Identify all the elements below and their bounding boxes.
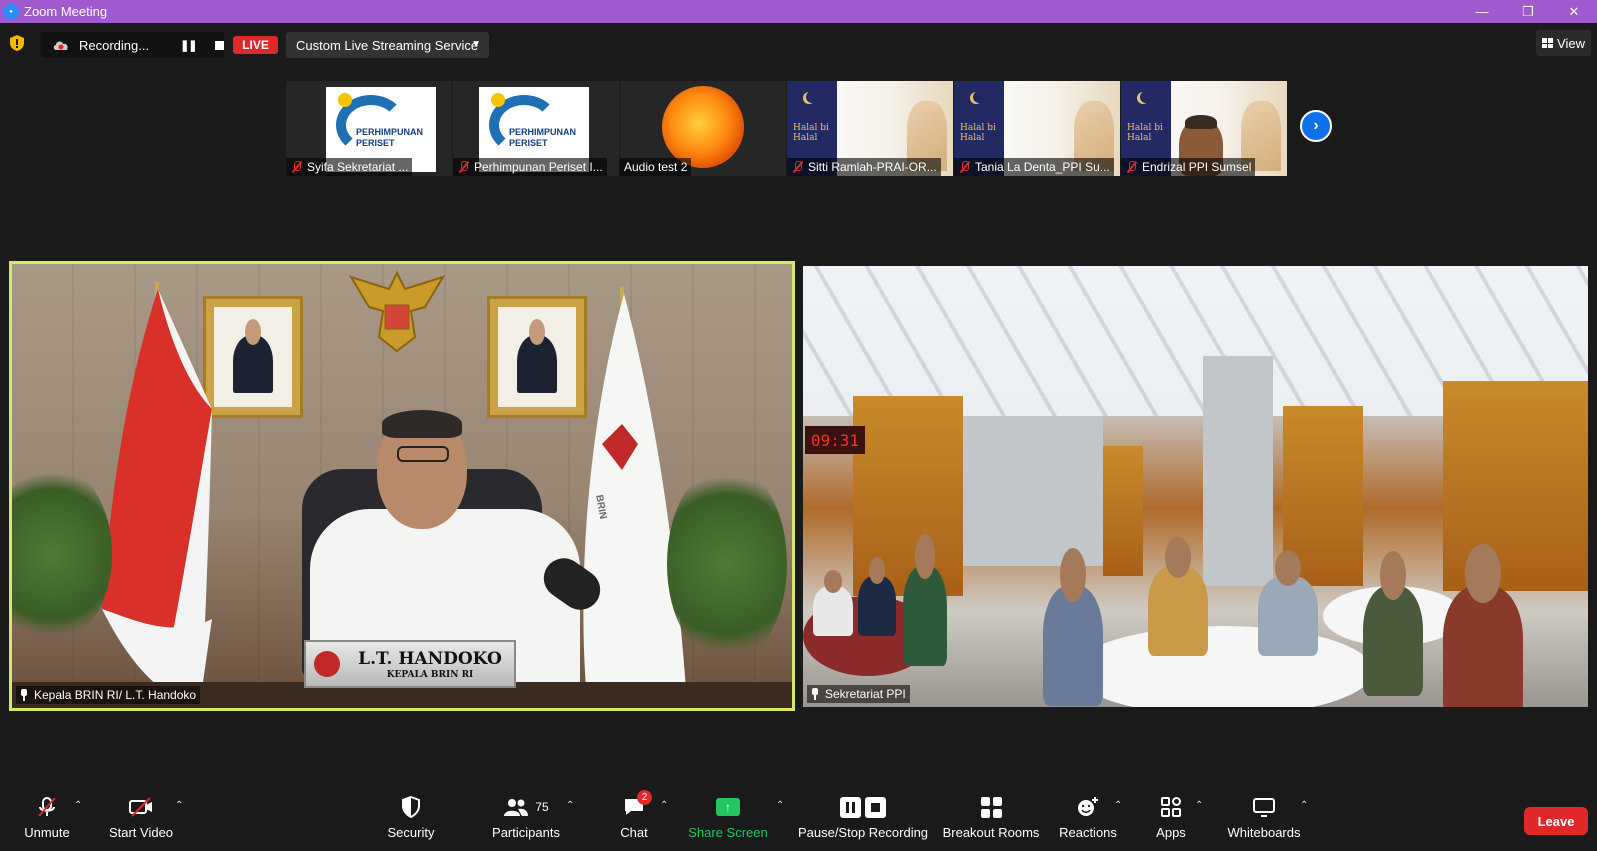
- shield-icon[interactable]: [9, 34, 25, 52]
- participant-thumbnail[interactable]: Audio test 2: [620, 81, 786, 176]
- indonesia-flag: [102, 289, 212, 689]
- participant-name: Audio test 2: [624, 160, 688, 174]
- smiley-plus-icon: [1076, 796, 1100, 818]
- brin-logo: [314, 651, 340, 677]
- stop-recording-icon[interactable]: [214, 40, 224, 50]
- mic-muted-icon: [1126, 161, 1138, 173]
- view-button[interactable]: View: [1536, 30, 1591, 56]
- start-video-button[interactable]: Start Video: [107, 796, 175, 840]
- apps-button[interactable]: Apps: [1153, 796, 1189, 840]
- recording-label: Recording...: [79, 37, 150, 53]
- participant-thumbnail-strip: PERHIMPUNAN PERISET Syifa Sekretariat ...…: [0, 81, 1597, 176]
- participant-thumbnail[interactable]: Halal bi Halal Sitti Ramlah-PRAI-OR...: [787, 81, 953, 176]
- garuda-emblem: [348, 270, 446, 353]
- video-name-label: Kepala BRIN RI/ L.T. Handoko: [16, 686, 201, 704]
- pin-icon: [18, 689, 30, 701]
- pin-icon: [809, 688, 821, 700]
- video-options-chevron-icon[interactable]: ⌃: [175, 800, 183, 811]
- wall-clock: 09:31: [805, 426, 865, 454]
- video-name-label: Sekretariat PPI: [807, 685, 910, 703]
- pause-stop-recording-button[interactable]: Pause/Stop Recording: [798, 796, 928, 840]
- pause-icon: [840, 796, 861, 818]
- mic-muted-icon: [291, 161, 303, 173]
- portrait-frame: [487, 296, 587, 418]
- grid-view-icon: [1542, 38, 1554, 48]
- restore-button[interactable]: ❐: [1505, 0, 1551, 23]
- chat-options-chevron-icon[interactable]: ⌃: [660, 800, 668, 811]
- chat-icon: 2: [623, 790, 652, 818]
- video-off-icon: [128, 796, 154, 818]
- participants-options-chevron-icon[interactable]: ⌃: [566, 800, 574, 811]
- minimize-button[interactable]: —: [1459, 0, 1505, 23]
- participant-thumbnail[interactable]: PERHIMPUNAN PERISET Syifa Sekretariat ...: [286, 81, 452, 176]
- apps-options-chevron-icon[interactable]: ⌃: [1195, 800, 1203, 811]
- window-title: Zoom Meeting: [24, 4, 108, 19]
- live-badge[interactable]: LIVE: [233, 36, 278, 54]
- share-screen-button[interactable]: ↑ Share Screen: [688, 796, 768, 840]
- participant-name: Endrizal PPI Sumsel: [1142, 160, 1252, 174]
- unmute-button[interactable]: Unmute: [22, 796, 72, 840]
- participant-thumbnail[interactable]: Halal bi Halal Tania La Denta_PPI Su...: [954, 81, 1120, 176]
- next-page-button[interactable]: ›: [1300, 110, 1332, 142]
- share-options-chevron-icon[interactable]: ⌃: [776, 800, 784, 811]
- mic-muted-icon: [458, 161, 470, 173]
- chat-button[interactable]: 2 Chat: [614, 790, 654, 840]
- glasses: [397, 446, 449, 462]
- apps-icon: [1160, 796, 1182, 818]
- title-bar: ● Zoom Meeting — ❐ ✕: [0, 0, 1597, 23]
- meeting-top-bar: Recording... ❚❚ LIVE Custom Live Streami…: [0, 23, 1597, 65]
- participant-thumbnail[interactable]: Halal bi Halal Endrizal PPI Sumsel: [1121, 81, 1287, 176]
- breakout-rooms-icon: [980, 796, 1002, 818]
- security-button[interactable]: Security: [384, 796, 438, 840]
- chevron-down-icon: ▼: [471, 39, 481, 50]
- meeting-controls-toolbar: Unmute ⌃ Start Video ⌃ Security 75 Parti…: [0, 790, 1597, 851]
- mic-muted-icon: [792, 161, 804, 173]
- leave-button[interactable]: Leave: [1524, 807, 1588, 835]
- participants-count: 75: [535, 800, 549, 814]
- sun-image: [662, 86, 744, 168]
- whiteboards-button[interactable]: Whiteboards: [1225, 796, 1303, 840]
- cloud-recording-icon: [53, 41, 68, 50]
- participants-button[interactable]: 75 Participants: [488, 796, 564, 840]
- nameplate-title: KEPALA BRIN RI: [386, 669, 474, 680]
- participant-name: Syifa Sekretariat ...: [307, 160, 409, 174]
- stream-service-label: Custom Live Streaming Service: [296, 37, 479, 53]
- audio-options-chevron-icon[interactable]: ⌃: [74, 800, 82, 811]
- participant-name: Sitti Ramlah-PRAI-OR...: [808, 160, 937, 174]
- participant-video[interactable]: 09:31 Sekretariat PPI: [803, 266, 1588, 707]
- chat-unread-badge: 2: [637, 790, 652, 805]
- mic-muted-icon: [36, 796, 58, 818]
- brin-flag: BRIN: [576, 294, 686, 689]
- mic-muted-icon: [959, 161, 971, 173]
- whiteboard-icon: [1252, 796, 1276, 818]
- reactions-options-chevron-icon[interactable]: ⌃: [1114, 800, 1122, 811]
- close-button[interactable]: ✕: [1551, 0, 1597, 23]
- active-speaker-video[interactable]: BRIN L.T. HANDOKO KEPALA BRIN RI Kepala …: [9, 261, 795, 711]
- zoom-app-icon: ●: [3, 3, 19, 20]
- participant-thumbnail[interactable]: PERHIMPUNAN PERISET Perhimpunan Periset I…: [453, 81, 619, 176]
- desk-nameplate: L.T. HANDOKO KEPALA BRIN RI: [304, 640, 516, 688]
- view-label: View: [1557, 35, 1585, 51]
- window-controls: — ❐ ✕: [1459, 0, 1597, 23]
- pause-recording-icon[interactable]: ❚❚: [180, 39, 197, 52]
- nameplate-name: L.T. HANDOKO: [358, 648, 502, 669]
- portrait-frame: [203, 296, 303, 418]
- live-stream-dropdown[interactable]: Custom Live Streaming Service ▼: [286, 32, 489, 58]
- share-screen-icon: ↑: [716, 798, 740, 816]
- participant-name: Tania La Denta_PPI Su...: [975, 160, 1110, 174]
- participants-icon: [504, 799, 529, 816]
- whiteboards-options-chevron-icon[interactable]: ⌃: [1300, 800, 1308, 811]
- breakout-rooms-button[interactable]: Breakout Rooms: [943, 796, 1039, 840]
- stop-icon: [865, 796, 886, 818]
- participant-name: Perhimpunan Periset I...: [474, 160, 603, 174]
- recording-indicator: Recording... ❚❚: [41, 32, 224, 58]
- shield-icon: [401, 796, 421, 818]
- reactions-button[interactable]: Reactions: [1058, 796, 1118, 840]
- chevron-right-icon: ›: [1313, 117, 1319, 134]
